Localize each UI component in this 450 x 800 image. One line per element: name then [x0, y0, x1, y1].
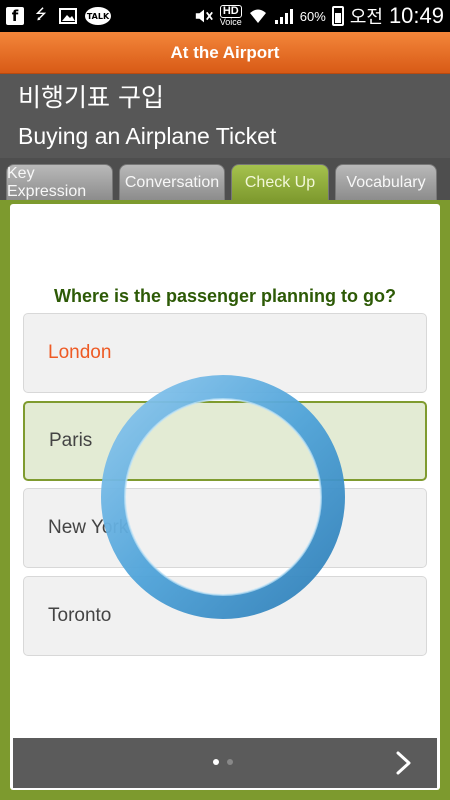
wifi-icon — [248, 7, 268, 25]
battery-percent: 60% — [299, 8, 326, 24]
kakaotalk-icon: TALK — [85, 7, 111, 25]
tab-bar: Key Expression Conversation Check Up Voc… — [0, 158, 450, 200]
mute-icon — [194, 7, 214, 25]
answer-option-london[interactable]: London — [23, 313, 427, 393]
battery-icon — [331, 6, 344, 26]
tab-label: Key Expression — [7, 164, 87, 200]
answer-label: New York — [48, 517, 129, 538]
lesson-header: 비행기표 구입 Buying an Airplane Ticket — [0, 74, 450, 158]
status-right-icons: HD Voice 60% 오전 10:49 — [194, 3, 444, 29]
tab-vocabulary[interactable]: Vocabulary — [335, 164, 437, 200]
hd-voice-icon: HD Voice — [220, 5, 242, 27]
voice-label: Voice — [219, 17, 242, 27]
talk-label: TALK — [86, 11, 110, 21]
quiz-card: Where is the passenger planning to go? L… — [10, 204, 440, 790]
tab-conversation[interactable]: Conversation — [119, 164, 225, 200]
tab-check-up[interactable]: Check Up — [231, 164, 329, 200]
clock-ampm: 오전 — [349, 7, 383, 28]
chevron-right-icon — [396, 751, 411, 775]
page-dot — [227, 759, 233, 765]
pager-bar — [13, 738, 437, 788]
usb-icon: ⭍ — [35, 7, 47, 23]
answer-label: Toronto — [48, 605, 112, 626]
tab-label: Conversation — [124, 173, 220, 191]
app-title-bar: At the Airport — [0, 32, 450, 74]
answer-option-new-york[interactable]: New York — [23, 488, 427, 568]
tab-label: Vocabulary — [346, 173, 426, 191]
image-icon — [58, 7, 78, 25]
lesson-title-english: Buying an Airplane Ticket — [18, 123, 277, 149]
quiz-question: Where is the passenger planning to go? — [53, 286, 397, 306]
answer-label: London — [48, 342, 112, 363]
answer-option-toronto[interactable]: Toronto — [23, 576, 427, 656]
tab-key-expression[interactable]: Key Expression — [6, 164, 113, 200]
answer-label: Paris — [49, 430, 93, 451]
lesson-title-korean: 비행기표 구입 — [18, 83, 164, 112]
clock-time: 10:49 — [388, 3, 444, 28]
status-left-icons: f ⭍ TALK — [6, 7, 111, 25]
page-indicator — [213, 759, 233, 765]
next-button[interactable] — [387, 746, 421, 780]
page-dot-current — [213, 759, 219, 765]
signal-icon — [274, 7, 294, 25]
answer-option-paris[interactable]: Paris — [23, 401, 427, 481]
facebook-icon: f — [6, 7, 24, 25]
app-title: At the Airport — [170, 43, 280, 62]
status-bar: f ⭍ TALK HD Voice 60% 오전 10:49 — [0, 0, 450, 32]
tab-label: Check Up — [244, 173, 316, 191]
